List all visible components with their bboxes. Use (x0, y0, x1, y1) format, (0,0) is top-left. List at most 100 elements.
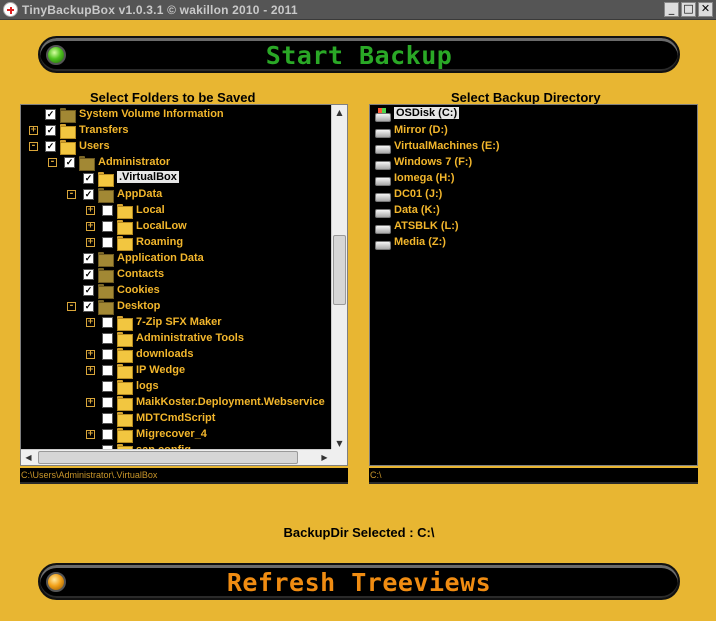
tree-node[interactable]: MDTCmdScript (21, 411, 331, 427)
horizontal-scrollbar[interactable]: ◀ ▶ (21, 449, 332, 465)
tree-node[interactable]: + downloads (21, 347, 331, 363)
collapse-icon[interactable]: - (67, 302, 76, 311)
folder-icon (117, 396, 133, 411)
drive-node[interactable]: Mirror (D:) (370, 123, 690, 139)
drive-label: ATSBLK (L:) (394, 220, 459, 232)
maximize-button[interactable]: □ (681, 2, 696, 17)
drive-node[interactable]: Windows 7 (F:) (370, 155, 690, 171)
tree-node[interactable]: - ✓ Users (21, 139, 331, 155)
folder-checkbox[interactable]: ✓ (83, 269, 94, 280)
drive-node[interactable]: DC01 (J:) (370, 187, 690, 203)
drive-node[interactable]: Media (Z:) (370, 235, 690, 251)
tree-node-label: LocalLow (136, 220, 187, 232)
tree-node-label: MaikKoster.Deployment.Webservice (136, 396, 325, 408)
target-tree-heading: Select Backup Directory (451, 90, 601, 105)
drive-node[interactable]: Data (K:) (370, 203, 690, 219)
scroll-left-icon[interactable]: ◀ (21, 450, 36, 465)
folder-checkbox[interactable] (102, 349, 113, 360)
title-bar: TinyBackupBox v1.0.3.1 © wakillon 2010 -… (0, 0, 716, 20)
scroll-up-icon[interactable]: ▲ (332, 105, 347, 120)
folder-checkbox[interactable] (102, 333, 113, 344)
folder-checkbox[interactable] (102, 381, 113, 392)
folder-checkbox[interactable] (102, 413, 113, 424)
folder-checkbox[interactable]: ✓ (83, 173, 94, 184)
expand-icon[interactable]: + (29, 126, 38, 135)
tree-node[interactable]: Administrative Tools (21, 331, 331, 347)
drive-label: Data (K:) (394, 204, 440, 216)
expand-icon[interactable]: + (86, 222, 95, 231)
drive-label: Windows 7 (F:) (394, 156, 473, 168)
folder-checkbox[interactable] (102, 237, 113, 248)
tree-node[interactable]: + Roaming (21, 235, 331, 251)
tree-node-label: MDTCmdScript (136, 412, 216, 424)
folder-checkbox[interactable]: ✓ (83, 189, 94, 200)
expand-icon[interactable]: + (86, 206, 95, 215)
tree-node-label: Application Data (117, 252, 204, 264)
close-button[interactable]: ✕ (698, 2, 713, 17)
folder-icon (98, 172, 114, 187)
tree-node-label: Contacts (117, 268, 165, 280)
drive-node[interactable]: Iomega (H:) (370, 171, 690, 187)
folder-dark-icon (98, 188, 114, 203)
tree-node[interactable]: + Local (21, 203, 331, 219)
tree-node[interactable]: + LocalLow (21, 219, 331, 235)
source-path-label: C:\Users\Administrator\.VirtualBox (20, 468, 348, 484)
source-folder-tree[interactable]: ✓ System Volume Information + ✓ Transfers - ✓ U… (20, 104, 348, 466)
tree-node[interactable]: - ✓ Desktop (21, 299, 331, 315)
refresh-treeviews-button[interactable]: Refresh Treeviews (38, 563, 680, 600)
folder-checkbox[interactable]: ✓ (83, 301, 94, 312)
drive-node[interactable]: VirtualMachines (E:) (370, 139, 690, 155)
folder-checkbox[interactable] (102, 365, 113, 376)
folder-checkbox[interactable]: ✓ (45, 125, 56, 136)
tree-node[interactable]: ✓ .VirtualBox (21, 171, 331, 187)
tree-node[interactable]: + IP Wedge (21, 363, 331, 379)
folder-checkbox[interactable]: ✓ (45, 141, 56, 152)
folder-checkbox[interactable] (102, 205, 113, 216)
folder-checkbox[interactable] (102, 397, 113, 408)
tree-node[interactable]: ✓ System Volume Information (21, 107, 331, 123)
tree-node-label: Local (136, 204, 165, 216)
expand-icon[interactable]: + (86, 238, 95, 247)
tree-node[interactable]: ✓ Contacts (21, 267, 331, 283)
tree-node[interactable]: + MaikKoster.Deployment.Webservice (21, 395, 331, 411)
source-tree-heading: Select Folders to be Saved (90, 90, 256, 105)
drive-icon (374, 189, 391, 202)
vertical-scrollbar[interactable]: ▲ ▼ (331, 105, 347, 451)
collapse-icon[interactable]: - (29, 142, 38, 151)
folder-checkbox[interactable]: ✓ (83, 253, 94, 264)
folder-checkbox[interactable] (102, 317, 113, 328)
folder-checkbox[interactable]: ✓ (64, 157, 75, 168)
folder-checkbox[interactable] (102, 221, 113, 232)
scroll-right-icon[interactable]: ▶ (317, 450, 332, 465)
expand-icon[interactable]: + (86, 366, 95, 375)
tree-node[interactable]: + ✓ Transfers (21, 123, 331, 139)
folder-dark-icon (98, 284, 114, 299)
drive-node[interactable]: OSDisk (C:) (370, 107, 690, 123)
folder-icon (117, 220, 133, 235)
tree-node[interactable]: - ✓ Administrator (21, 155, 331, 171)
expand-icon[interactable]: + (86, 430, 95, 439)
start-backup-button[interactable]: Start Backup (38, 36, 680, 73)
collapse-icon[interactable]: - (48, 158, 57, 167)
drive-icon (374, 141, 391, 154)
tree-node[interactable]: logs (21, 379, 331, 395)
tree-node[interactable]: +7-Zip SFX Maker (21, 315, 331, 331)
expand-icon[interactable]: + (86, 350, 95, 359)
folder-checkbox[interactable]: ✓ (45, 109, 56, 120)
tree-node[interactable]: + Migrecover_4 (21, 427, 331, 443)
collapse-icon[interactable]: - (67, 190, 76, 199)
minimize-button[interactable]: _ (664, 2, 679, 17)
folder-checkbox[interactable] (102, 429, 113, 440)
scrollbar-thumb[interactable] (38, 451, 298, 464)
tree-node[interactable]: - ✓ AppData (21, 187, 331, 203)
expand-icon[interactable]: + (86, 398, 95, 407)
drive-node[interactable]: ATSBLK (L:) (370, 219, 690, 235)
folder-icon (117, 316, 133, 331)
backup-directory-tree[interactable]: OSDisk (C:) Mirror (D:) VirtualMachines (E… (369, 104, 698, 466)
scrollbar-thumb[interactable] (333, 235, 346, 305)
window-title: TinyBackupBox v1.0.3.1 © wakillon 2010 -… (22, 3, 298, 17)
folder-checkbox[interactable]: ✓ (83, 285, 94, 296)
tree-node[interactable]: ✓ Cookies (21, 283, 331, 299)
expand-icon[interactable]: + (86, 318, 95, 327)
tree-node[interactable]: ✓ Application Data (21, 251, 331, 267)
